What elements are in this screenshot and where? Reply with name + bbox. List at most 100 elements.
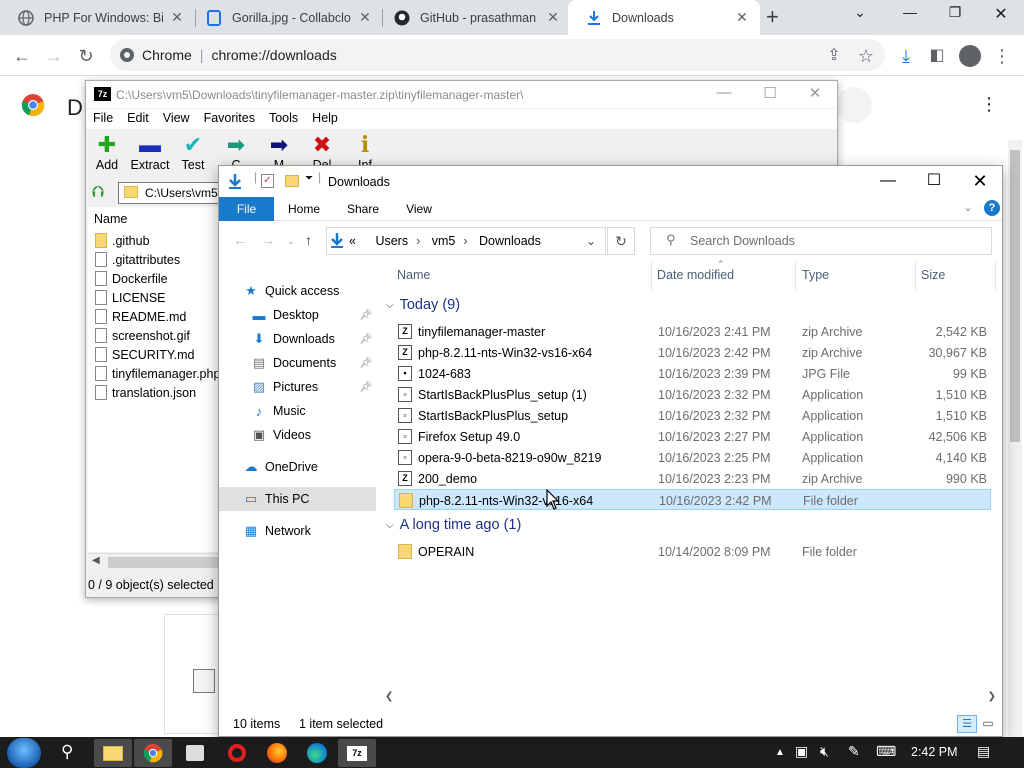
minimize-icon[interactable]: — bbox=[890, 4, 930, 20]
scrollbar-thumb[interactable] bbox=[108, 557, 218, 568]
pen-icon[interactable]: ✎ bbox=[848, 743, 860, 760]
group-header[interactable]: ⌵ A long time ago (1) bbox=[386, 517, 521, 533]
nav-item-music[interactable]: ♪ Music bbox=[219, 399, 376, 423]
keyboard-icon[interactable]: ⌨ bbox=[876, 743, 896, 760]
close-icon[interactable]: ✕ bbox=[957, 168, 1003, 194]
group-header[interactable]: ⌵ Today (9) bbox=[386, 297, 460, 313]
folder-up-icon[interactable]: ⮉ bbox=[92, 184, 104, 202]
menu-favorites[interactable]: Favorites bbox=[197, 109, 262, 129]
tray-overflow-icon[interactable]: ▲ bbox=[775, 747, 785, 758]
back-icon[interactable]: ← bbox=[10, 44, 34, 68]
menu-help[interactable]: Help bbox=[305, 109, 345, 129]
file-row[interactable]: Ztinyfilemanager-master 10/16/2023 2:41 P… bbox=[394, 321, 991, 342]
nav-item-onedrive[interactable]: ☁ OneDrive bbox=[219, 455, 376, 479]
menu-icon[interactable]: ⋮ bbox=[990, 44, 1014, 68]
details-view-icon[interactable]: ☰ bbox=[957, 715, 977, 733]
list-item[interactable]: .gitattributes bbox=[95, 250, 180, 269]
address-dropdown-icon[interactable]: ⌄ bbox=[586, 234, 596, 248]
close-icon[interactable]: ✕ bbox=[357, 9, 373, 26]
sidepanel-icon[interactable]: ◧ bbox=[925, 44, 949, 68]
file-row[interactable]: ▫ StartIsBackPlusPlus_setup 10/16/2023 2:3… bbox=[394, 405, 991, 426]
taskbar-chrome[interactable] bbox=[134, 739, 172, 767]
volume-muted-icon[interactable]: 🔇︎ bbox=[820, 743, 829, 760]
download-icon[interactable]: ⤓ bbox=[894, 44, 918, 68]
minimize-icon[interactable]: — bbox=[865, 168, 911, 194]
taskbar-file-explorer[interactable] bbox=[94, 739, 132, 767]
column-header-name[interactable]: Name bbox=[397, 268, 430, 282]
network-icon[interactable]: ▣ bbox=[795, 743, 808, 760]
close-window-icon[interactable]: ✕ bbox=[981, 4, 1021, 24]
nav-item-network[interactable]: ▦ Network bbox=[219, 519, 376, 543]
notifications-icon[interactable]: ▤ bbox=[977, 743, 990, 760]
scrollbar-thumb[interactable] bbox=[1010, 150, 1020, 442]
tab-github[interactable]: GitHub - prasathman ✕ bbox=[376, 0, 571, 35]
file-row[interactable]: ▪ 1024-683 10/16/2023 2:39 PM JPG File 99 KB bbox=[394, 363, 991, 384]
horizontal-scrollbar[interactable]: ◀ bbox=[88, 553, 219, 570]
tab-php-windows[interactable]: PHP For Windows: Bin ✕ bbox=[0, 0, 195, 35]
nav-item-this-pc[interactable]: ▭ This PC bbox=[219, 487, 376, 511]
nav-item-pictures[interactable]: ▨ Pictures 📌︎ bbox=[219, 375, 376, 399]
breadcrumb-vm5[interactable]: vm5 bbox=[432, 234, 456, 248]
page-menu-icon[interactable]: ⋮ bbox=[980, 94, 998, 115]
scroll-left-icon[interactable]: ◀ bbox=[92, 555, 100, 566]
ribbon-tab-share[interactable]: Share bbox=[340, 197, 386, 221]
close-icon[interactable]: ✕ bbox=[169, 9, 185, 26]
recent-dropdown-icon[interactable]: ⌄ bbox=[287, 236, 295, 247]
column-header-type[interactable]: Type bbox=[802, 268, 829, 282]
list-item[interactable]: tinyfilemanager.php bbox=[95, 364, 220, 383]
column-header-date[interactable]: Date modified bbox=[657, 268, 734, 282]
list-item[interactable]: Dockerfile bbox=[95, 269, 168, 288]
test-button[interactable]: ✔ Test bbox=[172, 132, 214, 172]
close-icon[interactable]: ✕ bbox=[734, 9, 750, 26]
add-button[interactable]: ✚ Add bbox=[86, 132, 128, 172]
taskbar-edge[interactable] bbox=[298, 739, 336, 767]
menu-file[interactable]: File bbox=[86, 109, 120, 129]
search-icon[interactable]: ⚲ bbox=[61, 742, 73, 762]
refresh-button[interactable]: ↻ bbox=[607, 227, 635, 255]
scroll-right-icon[interactable]: ❯ bbox=[988, 691, 996, 702]
forward-icon[interactable]: → bbox=[42, 44, 66, 68]
extract-button[interactable]: ▬ Extract bbox=[129, 132, 171, 172]
reload-icon[interactable]: ↻ bbox=[74, 44, 98, 68]
nav-item-quick-access[interactable]: ★ Quick access bbox=[219, 279, 376, 303]
page-search-field[interactable] bbox=[836, 87, 872, 123]
taskbar-firefox[interactable] bbox=[258, 739, 296, 767]
taskbar-7zip[interactable]: 7z bbox=[338, 739, 376, 767]
list-item[interactable]: LICENSE bbox=[95, 288, 166, 307]
nav-item-videos[interactable]: ▣ Videos bbox=[219, 423, 376, 447]
breadcrumb-downloads[interactable]: Downloads bbox=[479, 234, 541, 248]
ribbon-expand-icon[interactable]: ⌄ bbox=[963, 200, 973, 214]
breadcrumb-overflow[interactable]: « bbox=[349, 234, 356, 248]
tab-downloads[interactable]: Downloads ✕ bbox=[568, 0, 760, 35]
nav-item-downloads[interactable]: ⬇ Downloads 📌︎ bbox=[219, 327, 376, 351]
breadcrumb-users[interactable]: Users bbox=[375, 234, 408, 248]
tab-gorilla-collabclo[interactable]: Gorilla.jpg - Collabclo ✕ bbox=[188, 0, 383, 35]
taskbar-store[interactable] bbox=[176, 739, 214, 767]
share-icon[interactable]: ⇪ bbox=[822, 44, 846, 68]
column-header-name[interactable]: Name bbox=[94, 212, 127, 226]
ribbon-tab-file[interactable]: File bbox=[219, 197, 274, 221]
forward-icon[interactable]: → bbox=[261, 232, 275, 248]
list-item[interactable]: translation.json bbox=[95, 383, 196, 402]
list-item[interactable]: screenshot.gif bbox=[95, 326, 190, 345]
profile-icon[interactable] bbox=[959, 45, 981, 67]
file-row[interactable]: Z 200_demo 10/16/2023 2:23 PM zip Archive 99… bbox=[394, 468, 991, 489]
taskbar-opera[interactable] bbox=[218, 739, 256, 767]
new-folder-icon[interactable] bbox=[285, 175, 299, 187]
scroll-left-icon[interactable]: ❮ bbox=[385, 691, 393, 702]
up-icon[interactable]: ↑ bbox=[305, 232, 312, 248]
menu-view[interactable]: View bbox=[156, 109, 197, 129]
back-icon[interactable]: ← bbox=[233, 232, 247, 248]
star-icon[interactable]: ☆ bbox=[854, 44, 878, 68]
tab-search-icon[interactable]: ⌄ bbox=[840, 4, 880, 21]
list-item[interactable]: .github bbox=[95, 231, 150, 250]
nav-item-desktop[interactable]: ▬ Desktop 📌︎ bbox=[219, 303, 376, 327]
qat-dropdown-icon[interactable]: ⏷ bbox=[305, 173, 313, 184]
nav-item-documents[interactable]: ▤ Documents 📌︎ bbox=[219, 351, 376, 375]
minimize-icon[interactable]: — bbox=[701, 84, 747, 101]
help-icon[interactable]: ? bbox=[984, 200, 1000, 216]
list-item[interactable]: SECURITY.md bbox=[95, 345, 194, 364]
file-row[interactable]: ▫ Firefox Setup 49.0 10/16/2023 2:27 PM App… bbox=[394, 426, 991, 447]
maximize-icon[interactable]: ☐ bbox=[911, 168, 957, 194]
menu-tools[interactable]: Tools bbox=[262, 109, 305, 129]
